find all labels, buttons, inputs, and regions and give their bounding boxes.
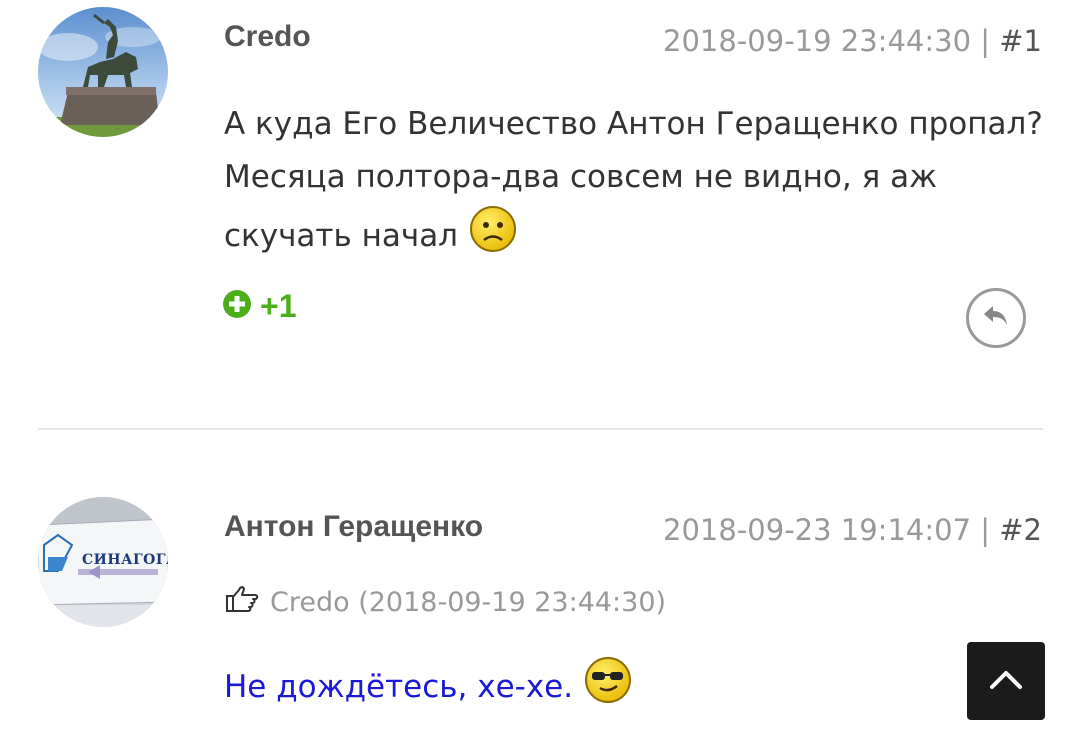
scroll-to-top-button[interactable] — [967, 642, 1045, 720]
comment-timestamp: 2018-09-23 19:14:07 — [663, 513, 972, 547]
meta-separator: | — [980, 513, 991, 547]
comment-text-line: Не дождётесь, хе-хе. — [224, 669, 574, 705]
quoted-comment-label[interactable]: Credo (2018-09-19 23:44:30) — [270, 587, 666, 618]
chevron-up-icon — [989, 668, 1023, 695]
pointing-hand-icon — [224, 584, 260, 621]
comment-text: Не дождётесь, хе-хе. — [224, 655, 1044, 722]
comment-number-link[interactable]: #2 — [999, 513, 1042, 547]
comment-2: СИНАГОГА Антон Геращенко 2018-09-23 19:1… — [0, 0, 1080, 734]
cool-smiley-icon — [583, 655, 633, 722]
avatar[interactable]: СИНАГОГА — [38, 497, 168, 627]
avatar-sign-text: СИНАГОГА — [82, 552, 168, 568]
comment-author[interactable]: Антон Геращенко — [224, 510, 483, 544]
comment-meta: 2018-09-23 19:14:07 | #2 — [663, 513, 1042, 547]
reply-to-reference[interactable]: Credo (2018-09-19 23:44:30) — [224, 584, 666, 621]
